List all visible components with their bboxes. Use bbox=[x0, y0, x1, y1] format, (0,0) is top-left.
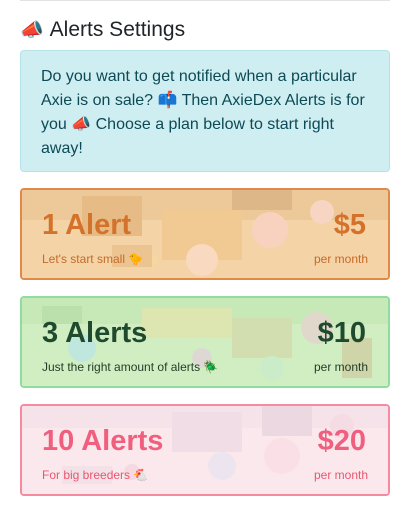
page-title: 📣 Alerts Settings bbox=[20, 18, 185, 42]
plan-price: $10 bbox=[317, 317, 366, 349]
plan-subtitle: Let's start small 🐤 bbox=[42, 252, 144, 266]
plan-price: $20 bbox=[317, 425, 366, 457]
plan-subtitle: Just the right amount of alerts 🪲 bbox=[42, 360, 219, 374]
plan-period: per month bbox=[313, 252, 368, 266]
plan-period: per month bbox=[313, 360, 368, 374]
info-alert: Do you want to get notified when a parti… bbox=[20, 50, 390, 172]
top-divider bbox=[20, 0, 390, 1]
plan-card-3-alerts[interactable]: 3 Alerts $10 Just the right amount of al… bbox=[20, 296, 390, 388]
plan-label: 3 Alerts bbox=[42, 317, 148, 349]
plan-card-10-alerts[interactable]: 10 Alerts $20 For big breeders 🐔 per mon… bbox=[20, 404, 390, 496]
plan-period: per month bbox=[313, 468, 368, 482]
plan-label: 10 Alerts bbox=[42, 425, 164, 457]
plan-card-1-alert[interactable]: 1 Alert $5 Let's start small 🐤 per month bbox=[20, 188, 390, 280]
megaphone-icon: 📣 bbox=[20, 19, 44, 41]
plan-subtitle: For big breeders 🐔 bbox=[42, 468, 149, 482]
page-title-text: Alerts Settings bbox=[49, 18, 186, 41]
plan-label: 1 Alert bbox=[42, 209, 132, 241]
plan-price: $5 bbox=[333, 209, 366, 241]
info-text: Do you want to get notified when a parti… bbox=[41, 68, 365, 157]
